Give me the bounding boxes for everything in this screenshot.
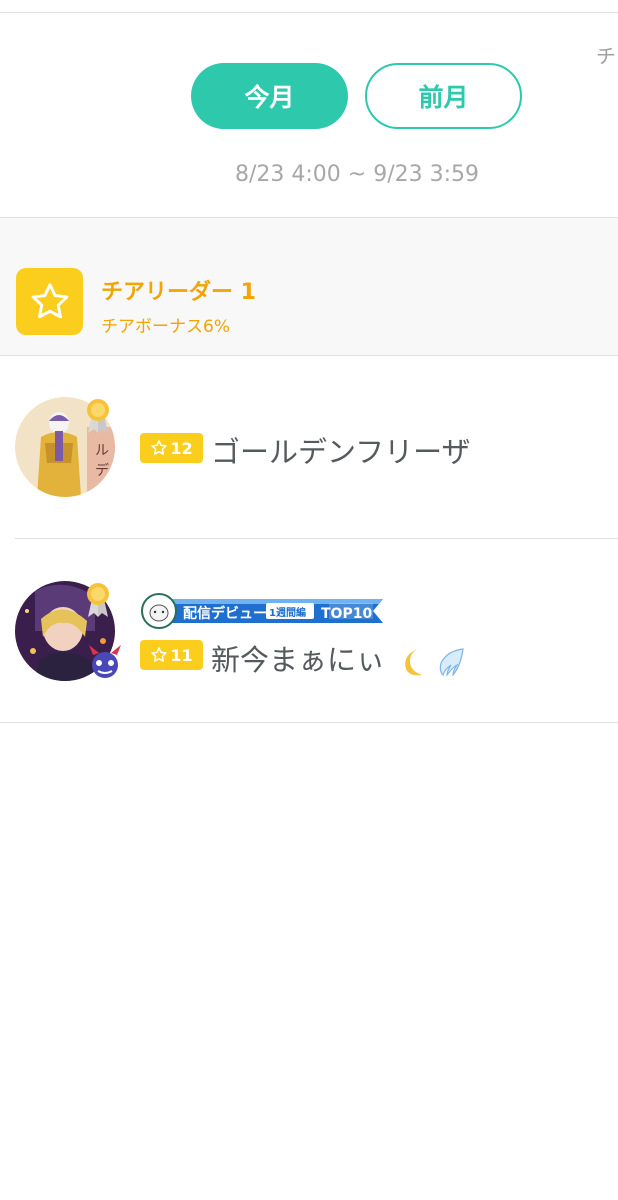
username: ゴールデンフリーザ	[211, 435, 471, 469]
cut-off-label: チ	[596, 44, 616, 68]
top-divider	[0, 12, 618, 13]
debut-top10-badge: 配信デビュー 1週間編 TOP10	[141, 593, 383, 629]
date-range: 8/23 4:00 ~ 9/23 3:59	[0, 162, 618, 187]
rank-bonus: チアボーナス6%	[101, 317, 230, 337]
divider	[0, 722, 618, 723]
badge-period-text: 1週間編	[269, 606, 306, 619]
star-icon	[16, 268, 83, 335]
star-level-badge: 12	[140, 433, 203, 463]
svg-text:ル: ル	[95, 443, 109, 459]
demon-icon	[89, 645, 121, 678]
medal-icon	[87, 399, 109, 433]
list-item[interactable]: 配信デビュー 1週間編 TOP10 11 新今まぁにぃ	[0, 539, 618, 723]
tab-previous-month[interactable]: 前月	[365, 63, 522, 129]
username: 新今まぁにぃ	[211, 637, 465, 679]
level-number: 11	[170, 645, 193, 665]
crescent-moon-icon	[405, 649, 423, 676]
badge-main-text: 配信デビュー	[183, 605, 267, 622]
level-number: 12	[170, 438, 193, 458]
rank-title: チアリーダー 1	[101, 280, 256, 305]
wing-icon	[440, 648, 465, 677]
badge-rank-text: TOP10	[321, 606, 372, 622]
list-item[interactable]: ル デ 12 ゴールデンフリーザ	[0, 355, 618, 538]
date-range-text: 8/23 4:00 ~ 9/23 3:59	[234, 162, 480, 187]
badge-star-icon	[151, 440, 168, 455]
medal-icon	[87, 583, 109, 617]
badge-star-icon	[151, 647, 168, 662]
rank-section: チアリーダー 1 チアボーナス6%	[0, 217, 618, 356]
tab-current-month[interactable]: 今月	[191, 63, 348, 129]
svg-text:デ: デ	[95, 462, 109, 479]
username-text: 新今まぁにぃ	[211, 643, 386, 677]
star-level-badge: 11	[140, 640, 203, 670]
